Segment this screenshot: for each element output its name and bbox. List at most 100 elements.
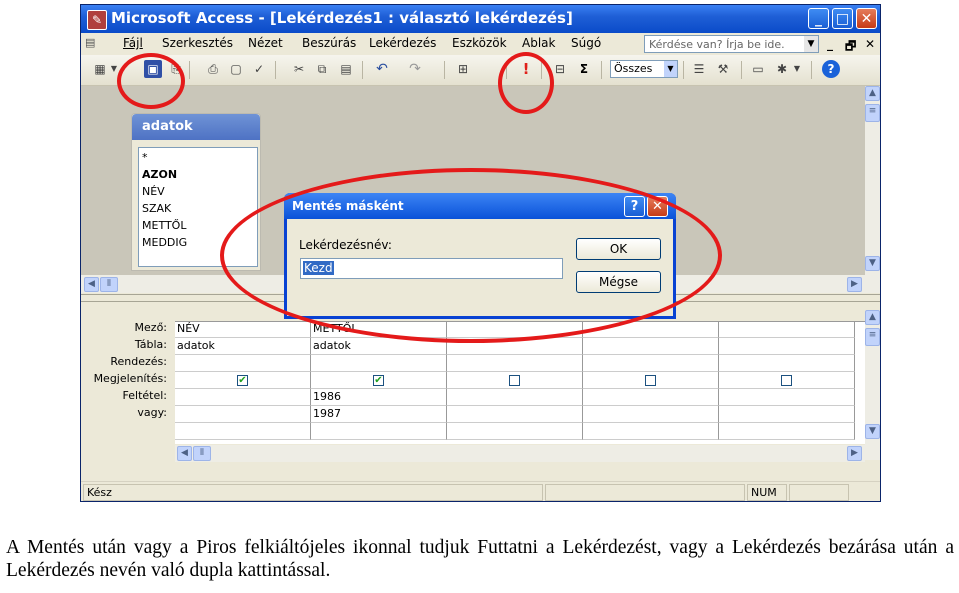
grid-cell-criteria[interactable] — [719, 389, 855, 406]
show-table-icon[interactable]: ⊟ — [551, 60, 569, 78]
copy-icon[interactable]: ⧉ — [313, 60, 331, 78]
menu-query[interactable]: Lekérdezés — [369, 36, 436, 50]
grid-cell-empty[interactable] — [447, 423, 583, 440]
grid-cell-show[interactable]: ✔ — [175, 372, 311, 389]
print-icon[interactable]: ⎙ — [204, 60, 222, 78]
top-values-combo[interactable]: Összes ▼ — [610, 60, 678, 78]
grid-cell-field[interactable]: NÉV — [175, 321, 311, 338]
menu-view[interactable]: Nézet — [248, 36, 283, 50]
grid-cell-show[interactable] — [583, 372, 719, 389]
grid-cell-sort[interactable] — [311, 355, 447, 372]
grid-cell-or[interactable] — [719, 406, 855, 423]
grid-cell-table[interactable]: adatok — [175, 338, 311, 355]
menu-icon[interactable]: ▤ — [85, 36, 101, 50]
paste-icon[interactable]: ▤ — [337, 60, 355, 78]
grid-cell-empty[interactable] — [175, 423, 311, 440]
menu-window[interactable]: Ablak — [522, 36, 555, 50]
new-object-dropdown-icon[interactable]: ▼ — [792, 60, 802, 78]
table-header[interactable]: adatok — [132, 114, 260, 140]
database-window-icon[interactable]: ▭ — [749, 60, 767, 78]
chevron-down-icon[interactable]: ▼ — [804, 36, 818, 52]
mdi-minimize-button[interactable]: _ — [827, 37, 833, 51]
menu-edit[interactable]: Szerkesztés — [162, 36, 233, 50]
cut-icon[interactable]: ✂ — [290, 60, 308, 78]
grid-cell-show[interactable] — [719, 372, 855, 389]
toolbar-separator — [275, 61, 276, 79]
scroll-left-icon[interactable]: ◀ — [177, 446, 192, 461]
scroll-up-icon[interactable]: ▲ — [865, 86, 880, 101]
grid-cell-sort[interactable] — [175, 355, 311, 372]
field-item-primary-key[interactable]: AZON — [142, 168, 177, 181]
scroll-down-icon[interactable]: ▼ — [865, 424, 880, 439]
show-checkbox-unchecked[interactable] — [645, 375, 656, 386]
scroll-right-icon[interactable]: ▶ — [847, 446, 862, 461]
menu-tools[interactable]: Eszközök — [452, 36, 507, 50]
build-icon[interactable]: ⚒ — [714, 60, 732, 78]
grid-cell-show[interactable] — [447, 372, 583, 389]
design-vertical-scrollbar[interactable]: ▲ ≡ ▼ — [865, 86, 880, 293]
minimize-button[interactable]: _ — [808, 8, 829, 29]
show-checkbox-unchecked[interactable] — [781, 375, 792, 386]
redo-icon[interactable]: ↷ — [406, 60, 424, 78]
query-type-icon[interactable]: ⊞ — [454, 60, 472, 78]
field-item[interactable]: MEDDIG — [142, 236, 187, 249]
mdi-close-button[interactable]: ✕ — [865, 37, 875, 51]
scroll-thumb[interactable]: ≡ — [865, 104, 880, 122]
scroll-thumb[interactable]: ⦀ — [193, 446, 211, 461]
grid-cell-sort[interactable] — [583, 355, 719, 372]
toolbar-separator — [811, 61, 812, 79]
close-button[interactable]: ✕ — [856, 8, 877, 29]
scroll-right-icon[interactable]: ▶ — [847, 277, 862, 292]
status-text: Kész — [83, 484, 543, 501]
grid-cell-sort[interactable] — [719, 355, 855, 372]
new-object-icon[interactable]: ✱ — [773, 60, 791, 78]
grid-vertical-scrollbar[interactable]: ▲ ≡ ▼ — [865, 310, 880, 460]
title-bar[interactable]: ✎ Microsoft Access - [Lekérdezés1 : vála… — [81, 5, 880, 33]
menu-bar: ▤ Fájl Szerkesztés Nézet Beszúrás Lekérd… — [81, 33, 880, 55]
grid-cell-field[interactable] — [719, 321, 855, 338]
show-checkbox-checked[interactable]: ✔ — [237, 375, 248, 386]
properties-icon[interactable]: ☰ — [690, 60, 708, 78]
undo-icon[interactable]: ↶ — [373, 60, 391, 78]
grid-cell-show[interactable]: ✔ — [311, 372, 447, 389]
scroll-down-icon[interactable]: ▼ — [865, 256, 880, 271]
field-item[interactable]: * — [142, 151, 148, 164]
toolbar-separator — [683, 61, 684, 79]
grid-cell-table[interactable] — [583, 338, 719, 355]
grid-cell-criteria[interactable] — [447, 389, 583, 406]
spelling-icon[interactable]: ✓ — [250, 60, 268, 78]
view-icon[interactable]: ▦ — [91, 60, 109, 78]
scroll-up-icon[interactable]: ▲ — [865, 310, 880, 325]
print-preview-icon[interactable]: ▢ — [227, 60, 245, 78]
menu-help[interactable]: Súgó — [571, 36, 601, 50]
help-icon[interactable]: ? — [822, 60, 840, 78]
scroll-left-icon[interactable]: ◀ — [84, 277, 99, 292]
field-item[interactable]: NÉV — [142, 185, 165, 198]
menu-insert[interactable]: Beszúrás — [302, 36, 356, 50]
scroll-thumb[interactable]: ≡ — [865, 328, 880, 346]
grid-cell-or[interactable] — [583, 406, 719, 423]
field-item[interactable]: METTŐL — [142, 219, 186, 232]
grid-cell-empty[interactable] — [719, 423, 855, 440]
grid-cell-table[interactable] — [719, 338, 855, 355]
grid-cell-or[interactable] — [447, 406, 583, 423]
grid-cell-or[interactable] — [175, 406, 311, 423]
access-app-icon[interactable]: ✎ — [87, 10, 107, 30]
show-checkbox-unchecked[interactable] — [509, 375, 520, 386]
grid-cell-criteria[interactable] — [583, 389, 719, 406]
maximize-button[interactable]: □ — [832, 8, 853, 29]
grid-cell-sort[interactable] — [447, 355, 583, 372]
ask-question-box[interactable]: Kérdése van? Írja be ide. ▼ — [644, 35, 819, 53]
grid-cell-empty[interactable] — [311, 423, 447, 440]
grid-cell-criteria[interactable]: 1986 — [311, 389, 447, 406]
grid-cell-empty[interactable] — [583, 423, 719, 440]
field-item[interactable]: SZAK — [142, 202, 171, 215]
grid-cell-criteria[interactable] — [175, 389, 311, 406]
scroll-thumb[interactable]: ⦀ — [100, 277, 118, 292]
totals-icon[interactable]: Σ — [575, 60, 593, 78]
grid-horizontal-scrollbar[interactable]: ◀ ⦀ ▶ — [175, 445, 865, 462]
chevron-down-icon[interactable]: ▼ — [664, 61, 677, 77]
grid-cell-or[interactable]: 1987 — [311, 406, 447, 423]
menu-file[interactable]: Fájl — [123, 36, 143, 50]
show-checkbox-checked[interactable]: ✔ — [373, 375, 384, 386]
